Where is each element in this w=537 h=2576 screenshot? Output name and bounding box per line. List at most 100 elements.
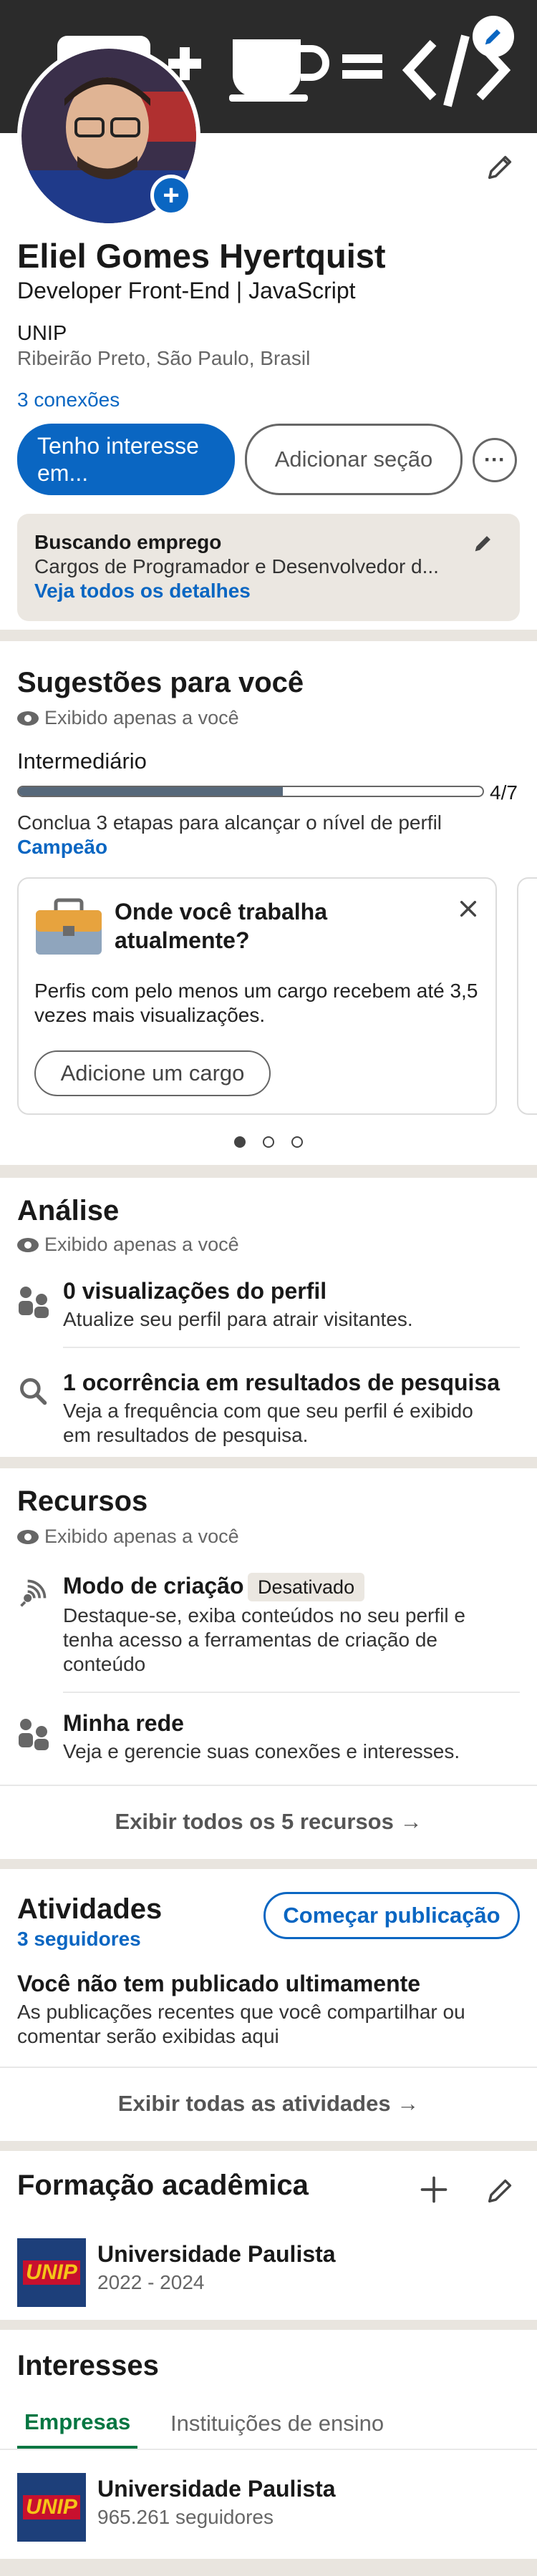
followers-link[interactable]: 3 seguidores	[17, 1928, 141, 1951]
tabs-divider	[0, 2449, 537, 2450]
unip-logo: UNIP	[17, 2238, 86, 2307]
start-post-button-label: Começar publicação	[283, 1903, 500, 1928]
interests-card: Interesses Empresas Instituições de ensi…	[0, 2330, 537, 2559]
tab-companies[interactable]: Empresas	[17, 2399, 138, 2449]
my-network-item[interactable]: Minha rede Veja e gerencie suas conexões…	[0, 1702, 537, 1780]
connections-link[interactable]: 3 conexões	[17, 389, 120, 411]
creator-mode-status-text: Desativado	[258, 1576, 355, 1598]
edit-education-pencil-icon[interactable]	[484, 2174, 517, 2207]
suggestion-carousel-card[interactable]: Onde você trabalha atualmente? Perfis co…	[17, 877, 497, 1115]
resources-card: Recursos Exibido apenas a você Modo de c…	[0, 1468, 537, 1859]
creator-mode-status-badge: Desativado	[248, 1573, 365, 1601]
carousel-dot[interactable]	[291, 1136, 303, 1148]
show-all-activity-button[interactable]: Exibir todas as atividades →	[0, 2068, 537, 2140]
open-to-work-title: Buscando emprego	[34, 531, 222, 553]
analytics-item-subtitle-line2: em resultados de pesquisa.	[63, 1424, 309, 1446]
education-card: Formação acadêmica UNIP Universidade Pau…	[0, 2151, 537, 2320]
analytics-card: Análise Exibido apenas a você 0 visualiz…	[0, 1178, 537, 1457]
my-network-subtitle: Veja e gerencie suas conexões e interess…	[63, 1740, 460, 1762]
carousel-dots	[0, 1136, 537, 1148]
unip-logo: UNIP	[17, 2473, 86, 2542]
profile-school: UNIP	[17, 322, 67, 345]
carousel-dot[interactable]	[234, 1136, 246, 1148]
interest-company-name: Universidade Paulista	[97, 2476, 336, 2502]
education-years: 2022 - 2024	[97, 2271, 205, 2293]
analytics-item-subtitle-line1: Veja a frequência com que seu perfil é e…	[63, 1400, 473, 1422]
add-education-plus-icon[interactable]	[418, 2174, 450, 2205]
broadcast-icon	[20, 1579, 47, 1607]
tab-schools[interactable]: Instituições de ensino	[163, 2399, 391, 2449]
creator-mode-description-line2: tenha acesso a ferramentas de criação de	[63, 1629, 437, 1651]
tab-companies-label: Empresas	[24, 2409, 131, 2434]
show-all-resources-label: Exibir todos os 5 recursos →	[115, 1809, 422, 1834]
interest-company-followers: 965.261 seguidores	[97, 2506, 274, 2528]
analytics-item-search-appearances[interactable]: 1 ocorrência em resultados de pesquisa V…	[0, 1360, 537, 1451]
resources-private-label: Exibido apenas a você	[17, 1526, 239, 1548]
add-section-button[interactable]: Adicionar seção	[245, 424, 463, 495]
activity-title: Atividades	[17, 1893, 163, 1925]
activity-empty-line2: comentar serão exibidas aqui	[17, 2025, 279, 2047]
interest-item[interactable]: UNIP Universidade Paulista 965.261 segui…	[0, 2466, 537, 2545]
suggestions-title: Sugestões para você	[17, 667, 304, 698]
add-position-button-label: Adicione um cargo	[60, 1060, 245, 1085]
activity-card: Atividades 3 seguidores Começar publicaç…	[0, 1869, 537, 2141]
open-to-work-card[interactable]: Buscando emprego Cargos de Programador e…	[17, 514, 520, 621]
analytics-item-subtitle: Atualize seu perfil para atrair visitant…	[63, 1308, 413, 1330]
next-suggestion-card[interactable]	[517, 877, 537, 1115]
profile-location: Ribeirão Preto, São Paulo, Brasil	[17, 347, 311, 369]
open-to-work-description: Cargos de Programador e Desenvolvedor d.…	[34, 555, 439, 577]
analytics-private-label: Exibido apenas a você	[17, 1234, 239, 1256]
unip-logo-text: UNIP	[23, 2260, 80, 2285]
profile-progress-bar	[17, 786, 484, 797]
target-level-link[interactable]: Campeão	[17, 836, 107, 859]
profile-headline: Developer Front-End | JavaScript	[17, 278, 356, 303]
education-item[interactable]: UNIP Universidade Paulista 2022 - 2024	[0, 2231, 537, 2310]
education-title: Formação acadêmica	[17, 2170, 309, 2201]
creator-mode-title: Modo de criação	[63, 1573, 244, 1599]
analytics-divider	[63, 1347, 520, 1348]
suggestion-card-title: Onde você trabalha atualmente?	[115, 899, 327, 953]
suggestions-card: Sugestões para você Exibido apenas a voc…	[0, 641, 537, 1165]
eye-icon	[17, 711, 39, 726]
edit-open-to-work-pencil-icon[interactable]	[471, 531, 495, 555]
analytics-item-title: 1 ocorrência em resultados de pesquisa	[63, 1370, 500, 1395]
profile-name: Eliel Gomes Hyertquist	[17, 237, 386, 275]
more-options-button[interactable]: ···	[473, 438, 517, 482]
progress-count: 4/7	[490, 781, 518, 804]
show-all-activity-label: Exibir todas as atividades →	[117, 2091, 420, 2116]
search-icon	[20, 1378, 47, 1405]
open-to-button-label: Tenho interesse em...	[37, 433, 199, 486]
resources-title: Recursos	[17, 1485, 148, 1517]
edit-profile-pencil-icon[interactable]	[484, 150, 517, 183]
carousel-dot[interactable]	[263, 1136, 274, 1148]
resources-divider	[63, 1692, 520, 1693]
eye-icon	[17, 1529, 39, 1544]
add-position-button[interactable]: Adicione um cargo	[34, 1050, 271, 1096]
open-to-work-details-link[interactable]: Veja todos os detalhes	[34, 580, 251, 602]
add-photo-button[interactable]: +	[150, 175, 192, 216]
analytics-private-text: Exibido apenas a você	[44, 1234, 239, 1255]
suggestions-private-label: Exibido apenas a você	[17, 707, 239, 729]
activity-empty-title: Você não tem publicado ultimamente	[17, 1971, 421, 1996]
people-icon	[19, 1287, 50, 1318]
profile-level-label: Intermediário	[17, 748, 147, 774]
analytics-item-profile-views[interactable]: 0 visualizações do perfil Atualize seu p…	[0, 1268, 537, 1357]
suggestion-card-text: Perfis com pelo menos um cargo recebem a…	[34, 980, 478, 1026]
profile-progress-fill	[19, 787, 284, 796]
profile-card: + Eliel Gomes Hyertquist Developer Front…	[0, 0, 537, 630]
open-to-button[interactable]: Tenho interesse em...	[17, 424, 235, 495]
people-icon	[19, 1719, 50, 1750]
unip-logo-text: UNIP	[23, 2495, 80, 2519]
start-post-button[interactable]: Começar publicação	[263, 1892, 520, 1939]
ellipsis-icon: ···	[484, 448, 505, 472]
suggestions-private-text: Exibido apenas a você	[44, 707, 239, 728]
show-all-resources-button[interactable]: Exibir todos os 5 recursos →	[0, 1786, 537, 1858]
education-school-name: Universidade Paulista	[97, 2241, 336, 2267]
progress-hint: Conclua 3 etapas para alcançar o nível d…	[17, 811, 442, 834]
plus-icon: +	[163, 180, 180, 211]
creator-mode-item[interactable]: Modo de criação Desativado Destaque-se, …	[0, 1568, 537, 1697]
close-icon[interactable]	[457, 897, 480, 920]
interests-title: Interesses	[17, 2350, 159, 2381]
edit-banner-button[interactable]	[473, 16, 514, 57]
creator-mode-description-line1: Destaque-se, exiba conteúdos no seu perf…	[63, 1604, 465, 1626]
